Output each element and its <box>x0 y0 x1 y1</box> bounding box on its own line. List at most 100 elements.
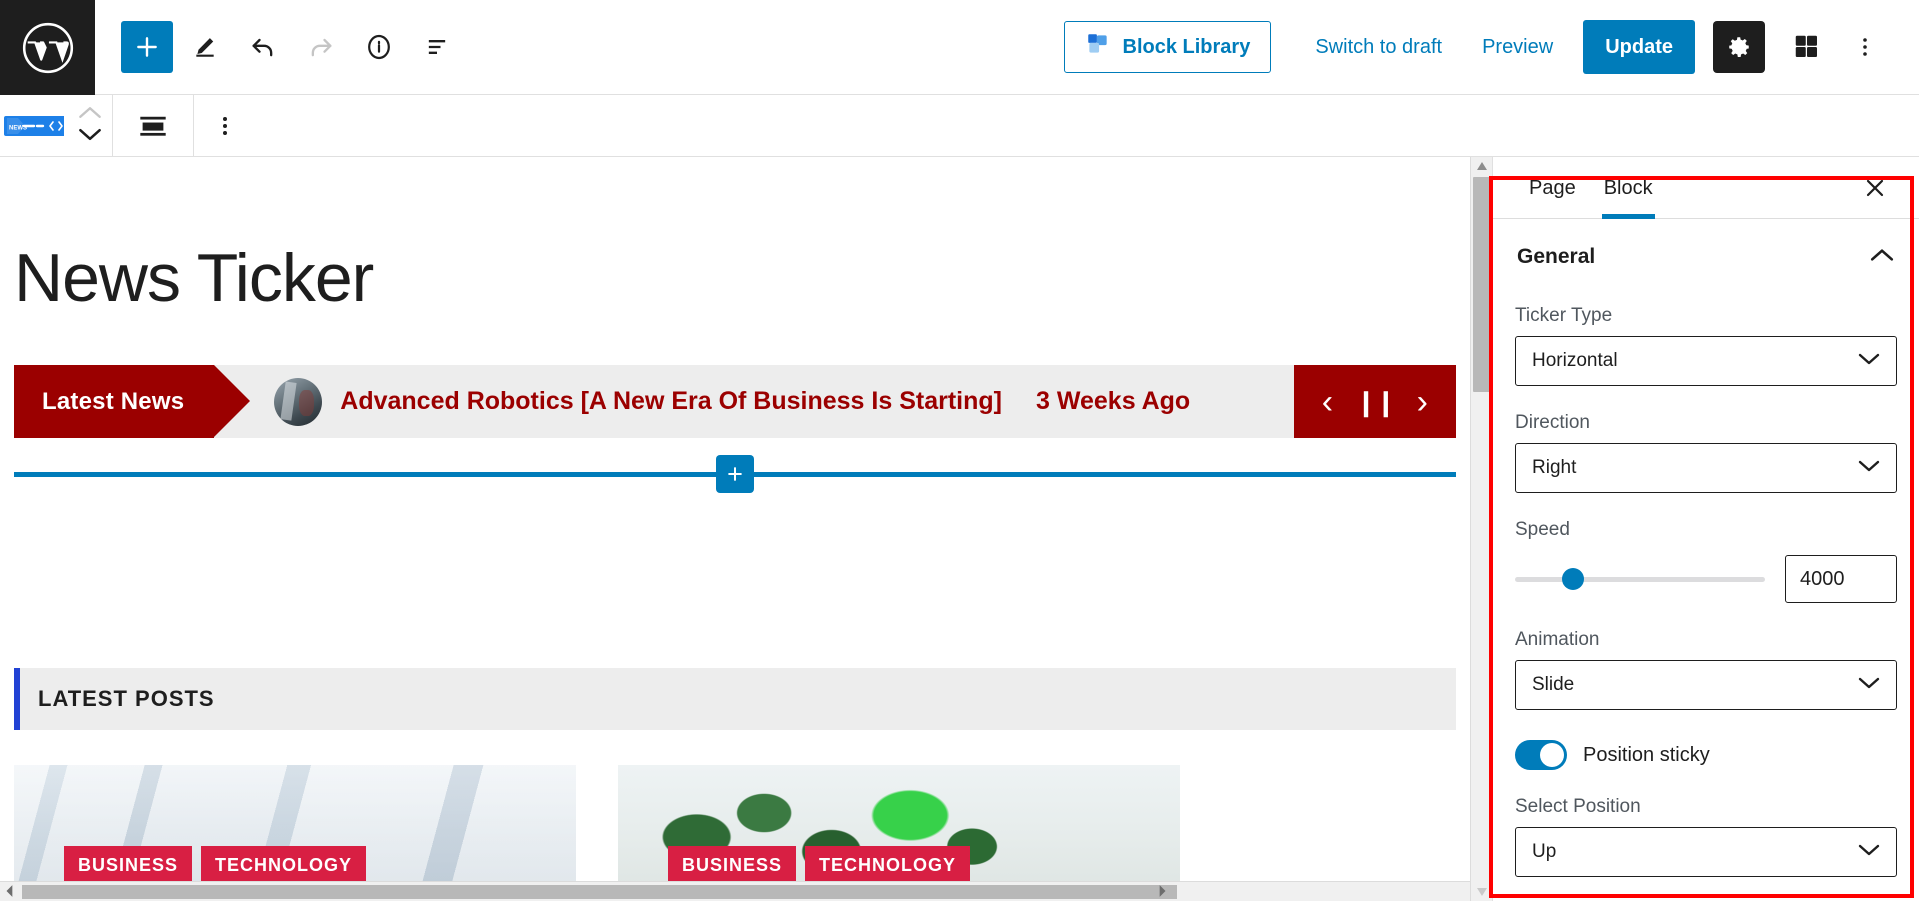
block-toolbar: NEWS <box>0 95 1919 157</box>
ticker-label: Latest News <box>14 365 251 438</box>
canvas-horizontal-scrollbar[interactable] <box>0 881 1470 901</box>
close-sidebar-icon[interactable] <box>1853 166 1897 210</box>
category-tag[interactable]: TECHNOLOGY <box>201 846 367 885</box>
editor-body: News Ticker Latest News Advanced Robotic… <box>0 157 1919 901</box>
blocks-stack-icon <box>1085 31 1111 63</box>
speed-label: Speed <box>1515 519 1570 540</box>
inserter-add-block-button[interactable] <box>716 455 754 493</box>
category-tag[interactable]: BUSINESS <box>668 846 797 885</box>
block-move-controls[interactable] <box>68 95 112 157</box>
preview-button[interactable]: Preview <box>1462 21 1573 73</box>
general-panel-title: General <box>1517 245 1596 268</box>
scroll-up-arrow-icon[interactable] <box>1471 157 1492 175</box>
ticker-next-icon[interactable]: › <box>1417 385 1428 419</box>
direction-field: Direction Right <box>1515 412 1897 493</box>
block-library-label: Block Library <box>1122 35 1251 58</box>
wordpress-logo-icon[interactable] <box>0 0 95 95</box>
chevron-down-icon <box>1858 457 1880 479</box>
add-block-button[interactable] <box>121 21 173 73</box>
edit-tool-button[interactable] <box>179 21 231 73</box>
news-ticker-block[interactable]: Latest News Advanced Robotics [A New Era… <box>14 365 1456 438</box>
align-group <box>113 95 194 156</box>
ticker-headline[interactable]: Advanced Robotics [A New Era Of Business… <box>340 387 1002 416</box>
animation-field: Animation Slide <box>1515 629 1897 710</box>
page-title[interactable]: News Ticker <box>14 239 1456 317</box>
vertical-scroll-thumb[interactable] <box>1473 177 1490 392</box>
toggle-knob <box>1540 743 1564 767</box>
sidebar-tabs: Page Block <box>1493 157 1919 219</box>
panel-collapse-chevron-up-icon[interactable] <box>1869 247 1895 268</box>
post-card[interactable]: BUSINESS TECHNOLOGY <box>618 765 1180 885</box>
more-options-icon[interactable] <box>1839 21 1891 73</box>
move-down-chevron-icon[interactable] <box>77 127 103 147</box>
switch-to-draft-button[interactable]: Switch to draft <box>1295 21 1462 73</box>
latest-posts-heading: LATEST POSTS <box>38 686 215 711</box>
block-inserter-row <box>14 455 1456 493</box>
horizontal-scroll-thumb[interactable] <box>22 885 1177 899</box>
chevron-down-icon <box>1858 841 1880 863</box>
chevron-down-icon <box>1858 674 1880 696</box>
speed-slider[interactable] <box>1515 568 1765 590</box>
scroll-left-arrow-icon[interactable] <box>3 884 17 901</box>
toolbar-left-group <box>95 0 463 94</box>
direction-select[interactable]: Right <box>1515 443 1897 493</box>
align-center-icon[interactable] <box>113 95 193 157</box>
ticker-type-value: Horizontal <box>1532 350 1618 371</box>
ticker-type-select[interactable]: Horizontal <box>1515 336 1897 386</box>
ticker-type-label: Ticker Type <box>1515 305 1613 326</box>
news-ticker: Latest News Advanced Robotics [A New Era… <box>14 365 1456 438</box>
ticker-pause-icon[interactable]: ❙❙ <box>1355 389 1397 415</box>
post-card[interactable]: BUSINESS TECHNOLOGY <box>14 765 576 885</box>
scroll-down-arrow-icon[interactable] <box>1471 883 1492 901</box>
speed-number-input[interactable]: 4000 <box>1785 555 1897 603</box>
news-ticker-block-icon[interactable]: NEWS <box>0 95 68 157</box>
toolbar-right-group: Block Library Switch to draft Preview Up… <box>1063 0 1919 94</box>
post-category-tags: BUSINESS TECHNOLOGY <box>64 846 367 885</box>
animation-value: Slide <box>1532 674 1575 695</box>
scroll-right-arrow-icon[interactable] <box>1155 884 1169 901</box>
canvas-vertical-scrollbar[interactable] <box>1470 157 1492 901</box>
select-position-value: Up <box>1532 841 1557 862</box>
tab-page[interactable]: Page <box>1515 157 1590 219</box>
ticker-thumbnail <box>274 377 323 426</box>
ticker-prev-icon[interactable]: ‹ <box>1322 385 1333 419</box>
settings-gear-icon[interactable] <box>1713 21 1765 73</box>
position-sticky-toggle[interactable] <box>1515 740 1567 770</box>
document-info-icon[interactable] <box>353 21 405 73</box>
block-options-group <box>194 95 256 156</box>
direction-value: Right <box>1532 457 1577 478</box>
move-up-chevron-icon[interactable] <box>77 105 103 125</box>
block-type-group: NEWS <box>0 95 113 156</box>
select-position-label: Select Position <box>1515 796 1641 817</box>
update-button[interactable]: Update <box>1583 20 1695 74</box>
animation-select[interactable]: Slide <box>1515 660 1897 710</box>
position-sticky-row: Position sticky <box>1515 740 1897 770</box>
speed-slider-track <box>1515 576 1765 582</box>
editor-canvas[interactable]: News Ticker Latest News Advanced Robotic… <box>0 157 1470 901</box>
blocks-icon[interactable] <box>1781 21 1833 73</box>
speed-field: Speed 4000 <box>1515 519 1897 603</box>
latest-posts-header: LATEST POSTS <box>14 668 1456 730</box>
select-position-select[interactable]: Up <box>1515 827 1897 877</box>
speed-slider-thumb[interactable] <box>1561 568 1584 590</box>
tab-block[interactable]: Block <box>1590 157 1667 219</box>
select-position-field: Select Position Up <box>1515 796 1897 877</box>
list-view-icon[interactable] <box>411 21 463 73</box>
position-sticky-label: Position sticky <box>1583 743 1710 766</box>
settings-sidebar: Page Block General Ticker Type Horizonta… <box>1492 157 1919 901</box>
latest-posts-cards: BUSINESS TECHNOLOGY BUSINESS TECHNOLOGY <box>14 765 1456 885</box>
category-tag[interactable]: BUSINESS <box>64 846 193 885</box>
redo-button[interactable] <box>295 21 347 73</box>
ticker-body: Advanced Robotics [A New Era Of Business… <box>214 365 1294 438</box>
block-options-icon[interactable] <box>194 95 256 157</box>
wordpress-block-editor: Block Library Switch to draft Preview Up… <box>0 0 1919 901</box>
ticker-type-field: Ticker Type Horizontal <box>1515 305 1897 386</box>
general-panel-header[interactable]: General <box>1515 219 1897 279</box>
undo-button[interactable] <box>237 21 289 73</box>
block-library-button[interactable]: Block Library <box>1063 21 1272 73</box>
direction-label: Direction <box>1515 412 1590 433</box>
ticker-date: 3 Weeks Ago <box>1035 387 1191 415</box>
category-tag[interactable]: TECHNOLOGY <box>805 846 971 885</box>
chevron-down-icon <box>1858 350 1880 372</box>
